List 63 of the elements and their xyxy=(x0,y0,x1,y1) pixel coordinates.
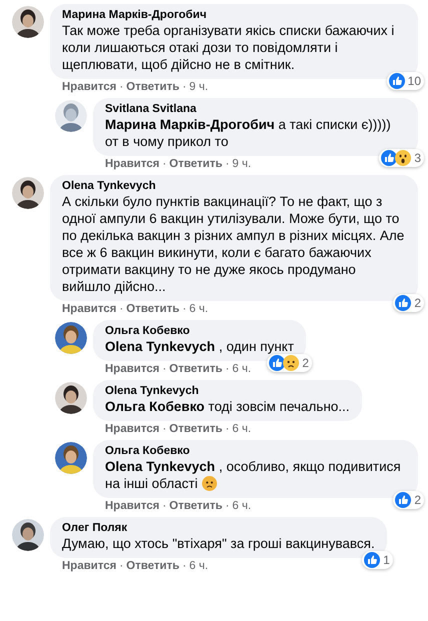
author-name[interactable]: Олег Поляк xyxy=(62,522,375,534)
author-name[interactable]: Марина Марків-Дрогобич xyxy=(62,9,406,21)
separator-dot: · xyxy=(119,560,124,572)
like-link[interactable]: Нравится xyxy=(62,81,116,93)
wow-emoji-icon xyxy=(395,150,412,166)
like-icon xyxy=(395,295,412,311)
comment-text: Ольга Кобевко тоді зовсім печально... xyxy=(105,398,350,415)
separator-dot: · xyxy=(162,500,166,512)
separator-dot: · xyxy=(225,363,230,375)
reaction-badge[interactable]: 2 xyxy=(393,294,424,312)
author-name[interactable]: Olena Tynkevych xyxy=(105,385,350,397)
like-link[interactable]: Нравится xyxy=(105,500,160,512)
reply-link[interactable]: Ответить xyxy=(169,363,222,375)
timestamp[interactable]: 6 ч. xyxy=(189,560,208,572)
separator-dot: · xyxy=(162,158,166,170)
reply-link[interactable]: Ответить xyxy=(169,500,222,512)
reply-link[interactable]: Ответить xyxy=(169,158,222,170)
separator-dot: · xyxy=(182,560,186,572)
comment-text: Марина Марків-Дрогобич а такі списки є))))) от в чому прикол то xyxy=(105,116,392,150)
like-link[interactable]: Нравится xyxy=(62,560,116,572)
like-icon xyxy=(381,150,398,166)
like-icon xyxy=(388,73,405,89)
separator-dot: · xyxy=(182,303,186,315)
reaction-badge[interactable]: 3 xyxy=(379,149,424,167)
like-link[interactable]: Нравится xyxy=(105,423,160,435)
separator-dot: · xyxy=(225,423,230,435)
like-icon xyxy=(395,492,412,508)
reaction-badge[interactable]: 2 xyxy=(393,491,424,509)
reply-link[interactable]: Ответить xyxy=(126,560,180,572)
separator-dot: · xyxy=(119,303,124,315)
comment-text: Думаю, що хтось "втіхаря" за гроші вакцинувався. xyxy=(62,535,375,552)
separator-dot: · xyxy=(225,158,230,170)
timestamp[interactable]: 6 ч. xyxy=(189,303,208,315)
author-name[interactable]: Ольга Кобевко xyxy=(105,325,294,337)
comment-text: Так може треба організувати якісь списки бажаючих і коли лишаються отакі дози то повідомляти і щеплювати, щоб дійсно не в смітник. xyxy=(62,22,396,73)
like-icon xyxy=(269,355,286,371)
like-icon xyxy=(364,552,380,568)
comment-text: А скільки було пунктів вакцинації? То не факт, що з одної ампули 6 вакцин утилізували. Може бути, що то по декілька вакцин з різних ампул в різних місцях. Але все ж 6 вакцин викинути, коли є багато бажаючих отримати вакцину то не дуже якось продумано вийшло дійсно... xyxy=(62,193,406,295)
reply-link[interactable]: Ответить xyxy=(126,81,180,93)
separator-dot: · xyxy=(225,500,230,512)
comment-text: Olena Tynkevych , один пункт xyxy=(105,338,294,355)
like-link[interactable]: Нравится xyxy=(105,363,160,375)
separator-dot: · xyxy=(162,423,166,435)
sad-emoji-icon xyxy=(283,355,300,371)
like-link[interactable]: Нравится xyxy=(105,158,160,170)
reaction-badge[interactable]: 10 xyxy=(386,72,424,90)
reaction-badge[interactable]: 2 xyxy=(267,354,312,372)
comment-text: Olena Tynkevych , особливо, якщо подивитися на інші області xyxy=(105,458,402,492)
timestamp[interactable]: 6 ч. xyxy=(232,363,252,375)
timestamp[interactable]: 6 ч. xyxy=(232,500,252,512)
author-name[interactable]: Ольга Кобевко xyxy=(105,445,406,457)
timestamp[interactable]: 6 ч. xyxy=(232,423,252,435)
separator-dot: · xyxy=(182,81,186,93)
reaction-badge[interactable]: 1 xyxy=(362,551,393,569)
timestamp[interactable]: 9 ч. xyxy=(232,158,252,170)
separator-dot: · xyxy=(162,363,166,375)
timestamp[interactable]: 9 ч. xyxy=(189,81,208,93)
like-link[interactable]: Нравится xyxy=(62,303,116,315)
reply-link[interactable]: Ответить xyxy=(169,423,222,435)
author-name[interactable]: Olena Tynkevych xyxy=(62,180,406,192)
author-name[interactable]: Svitlana Svitlana xyxy=(105,103,406,115)
separator-dot: · xyxy=(119,81,124,93)
reply-link[interactable]: Ответить xyxy=(126,303,180,315)
